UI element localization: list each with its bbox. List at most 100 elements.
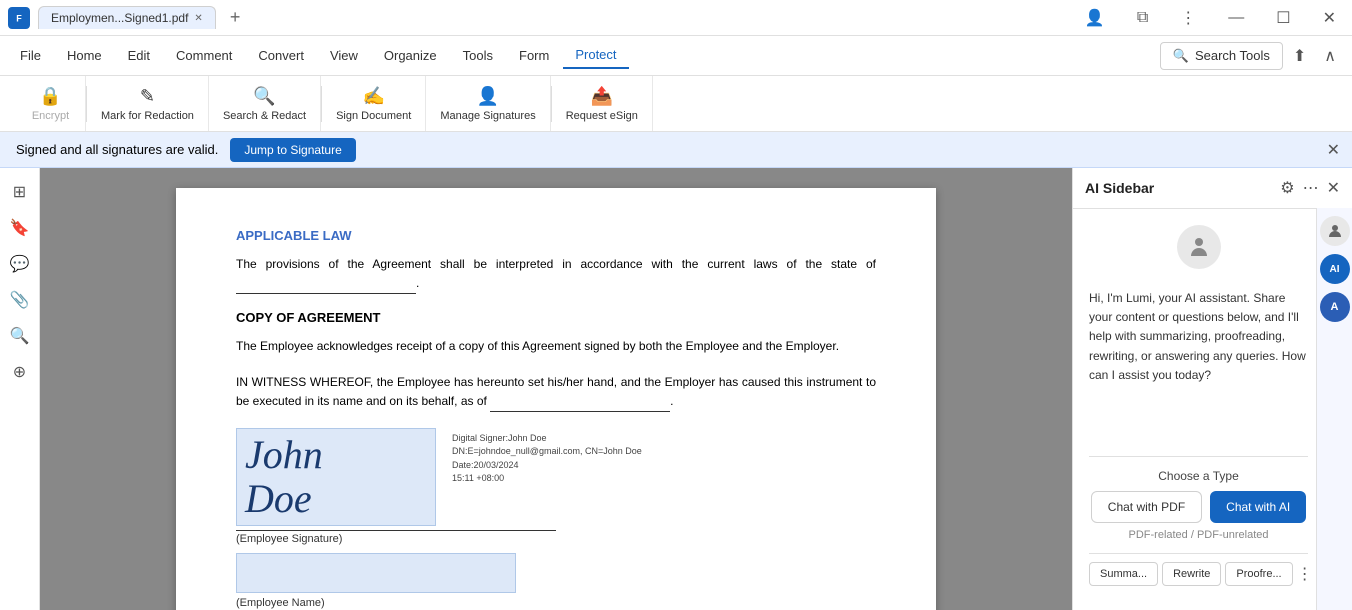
ai-mode-icon[interactable]: AI xyxy=(1320,254,1350,284)
user-avatar-icon[interactable] xyxy=(1320,216,1350,246)
search-tools-button[interactable]: 🔍 Search Tools xyxy=(1160,42,1283,70)
ai-close-icon[interactable]: ✕ xyxy=(1327,178,1340,198)
titlebar: F Employmen...Signed1.pdf ✕ + 👤 ⧉ ⋮ — ☐ … xyxy=(0,0,1352,36)
signature-image: John Doe xyxy=(236,428,436,526)
word-mode-icon[interactable]: A xyxy=(1320,292,1350,322)
search-icon: 🔍 xyxy=(1173,48,1189,64)
section2-body: The Employee acknowledges receipt of a c… xyxy=(236,337,876,356)
ai-greeting-text: Hi, I'm Lumi, your AI assistant. Share y… xyxy=(1089,289,1308,385)
more-icon[interactable]: ⋮ xyxy=(1172,4,1204,32)
ai-sidebar-controls: ⚙ ⋯ ✕ xyxy=(1280,178,1340,198)
menu-tools[interactable]: Tools xyxy=(451,43,505,68)
menu-form[interactable]: Form xyxy=(507,43,561,68)
minimize-btn[interactable]: — xyxy=(1220,5,1252,31)
menu-view[interactable]: View xyxy=(318,43,370,68)
ai-menu-icon[interactable]: ⋯ xyxy=(1303,178,1319,198)
sidebar-bookmarks-icon[interactable]: 🔖 xyxy=(4,212,36,244)
sign-icon: ✍ xyxy=(362,86,384,107)
blank-line-2 xyxy=(490,392,670,412)
jump-to-signature-button[interactable]: Jump to Signature xyxy=(230,138,355,162)
sidebar-comments-icon[interactable]: 💬 xyxy=(4,248,36,280)
esign-icon: 📤 xyxy=(591,86,613,107)
ai-spacer xyxy=(1089,397,1308,444)
signature-block: John Doe Digital Signer:John Doe DN:E=jo… xyxy=(236,428,876,609)
ai-chat-buttons: Chat with PDF Chat with AI xyxy=(1089,491,1308,523)
lock-icon: 🔒 xyxy=(39,86,61,107)
manage-signatures-button[interactable]: 👤 Manage Signatures xyxy=(426,76,550,131)
chat-pdf-button[interactable]: Chat with PDF xyxy=(1091,491,1202,523)
search-redact-icon: 🔍 xyxy=(253,86,275,107)
sidebar-pages-icon[interactable]: ⊞ xyxy=(4,176,36,208)
ai-right-strip: AI A xyxy=(1316,208,1352,610)
ai-action-more-icon[interactable]: ⋮ xyxy=(1297,564,1313,584)
signature-bar: Signed and all signatures are valid. Jum… xyxy=(0,132,1352,168)
ai-sidebar-header: AI Sidebar ⚙ ⋯ ✕ xyxy=(1073,168,1352,209)
close-btn[interactable]: ✕ xyxy=(1315,4,1344,32)
svg-text:F: F xyxy=(16,13,22,23)
tab-close-btn[interactable]: ✕ xyxy=(194,13,202,24)
main-layout: ⊞ 🔖 💬 📎 🔍 ⊕ APPLICABLE LAW The provision… xyxy=(0,168,1352,610)
encrypt-button[interactable]: 🔒 Encrypt xyxy=(16,76,86,131)
signature-line xyxy=(236,530,556,531)
section3-body: IN WITNESS WHEREOF, the Employee has her… xyxy=(236,373,876,412)
signature-status-text: Signed and all signatures are valid. xyxy=(16,142,218,157)
maximize-btn[interactable]: ☐ xyxy=(1268,4,1298,32)
ai-action-row: Summa... Rewrite Proofre... ⋮ xyxy=(1089,553,1308,594)
applicable-law-heading: APPLICABLE LAW xyxy=(236,228,876,243)
request-esign-button[interactable]: 📤 Request eSign xyxy=(552,76,653,131)
sidebar-search-icon[interactable]: 🔍 xyxy=(4,320,36,352)
left-sidebar: ⊞ 🔖 💬 📎 🔍 ⊕ xyxy=(0,168,40,610)
menu-convert[interactable]: Convert xyxy=(246,43,316,68)
sign-document-label: Sign Document xyxy=(336,110,411,122)
menubar: File Home Edit Comment Convert View Orga… xyxy=(0,36,1352,76)
employee-name-label: (Employee Name) xyxy=(236,597,876,609)
tab-title: Employmen...Signed1.pdf xyxy=(51,11,188,25)
menu-comment[interactable]: Comment xyxy=(164,43,244,68)
ai-content: Hi, I'm Lumi, your AI assistant. Share y… xyxy=(1073,209,1352,610)
signature-name: John Doe xyxy=(245,433,427,521)
signature-container: John Doe Digital Signer:John Doe DN:E=jo… xyxy=(236,428,876,526)
menu-file[interactable]: File xyxy=(8,43,53,68)
employee-signature-label: (Employee Signature) xyxy=(236,533,876,545)
copy-agreement-heading: COPY OF AGREEMENT xyxy=(236,310,876,325)
sig-info-block: Digital Signer:John Doe DN:E=johndoe_nul… xyxy=(452,432,642,486)
ai-user-avatar xyxy=(1089,225,1308,269)
chat-ai-button[interactable]: Chat with AI xyxy=(1210,491,1306,523)
browser-tab[interactable]: Employmen...Signed1.pdf ✕ xyxy=(38,6,216,29)
menu-protect[interactable]: Protect xyxy=(563,42,628,69)
summarize-button[interactable]: Summa... xyxy=(1089,562,1158,586)
sidebar-attachments-icon[interactable]: 📎 xyxy=(4,284,36,316)
choose-type-label: Choose a Type xyxy=(1089,469,1308,483)
profile-icon[interactable]: 👤 xyxy=(1077,4,1113,32)
digital-signer-info: Digital Signer:John Doe DN:E=johndoe_nul… xyxy=(452,428,642,486)
choose-type-section: Choose a Type Chat with PDF Chat with AI… xyxy=(1089,456,1308,541)
ai-sidebar: AI Sidebar ⚙ ⋯ ✕ AI A Hi, I'm Lumi, your… xyxy=(1072,168,1352,610)
upload-button[interactable]: ⬆ xyxy=(1285,42,1314,70)
pdf-page: APPLICABLE LAW The provisions of the Agr… xyxy=(176,188,936,610)
titlebar-controls: 👤 ⧉ ⋮ — ☐ ✕ xyxy=(1077,4,1344,32)
pdf-area: APPLICABLE LAW The provisions of the Agr… xyxy=(40,168,1072,610)
menu-home[interactable]: Home xyxy=(55,43,114,68)
proofread-button[interactable]: Proofre... xyxy=(1225,562,1292,586)
menu-organize[interactable]: Organize xyxy=(372,43,449,68)
search-redact-button[interactable]: 🔍 Search & Redact xyxy=(209,76,321,131)
redaction-icon: ✎ xyxy=(140,86,155,107)
ai-settings-icon[interactable]: ⚙ xyxy=(1280,178,1294,198)
sig-bar-close-icon[interactable]: ✕ xyxy=(1327,140,1340,160)
search-redact-label: Search & Redact xyxy=(223,110,306,122)
blank-line-1 xyxy=(236,274,416,294)
menu-edit[interactable]: Edit xyxy=(116,43,162,68)
encrypt-label: Encrypt xyxy=(32,110,69,122)
app-icon: F xyxy=(8,7,30,29)
request-esign-label: Request eSign xyxy=(566,110,638,122)
new-tab-button[interactable]: + xyxy=(224,7,247,28)
sidebar-layers-icon[interactable]: ⊕ xyxy=(4,356,36,388)
sign-document-button[interactable]: ✍ Sign Document xyxy=(322,76,426,131)
search-tools-label: Search Tools xyxy=(1195,48,1270,63)
mark-redaction-label: Mark for Redaction xyxy=(101,110,194,122)
rewrite-button[interactable]: Rewrite xyxy=(1162,562,1221,586)
collapse-button[interactable]: ∧ xyxy=(1316,42,1344,70)
window-controls-icon[interactable]: ⧉ xyxy=(1129,5,1156,31)
mark-for-redaction-button[interactable]: ✎ Mark for Redaction xyxy=(87,76,209,131)
protect-toolbar: 🔒 Encrypt ✎ Mark for Redaction 🔍 Search … xyxy=(0,76,1352,132)
